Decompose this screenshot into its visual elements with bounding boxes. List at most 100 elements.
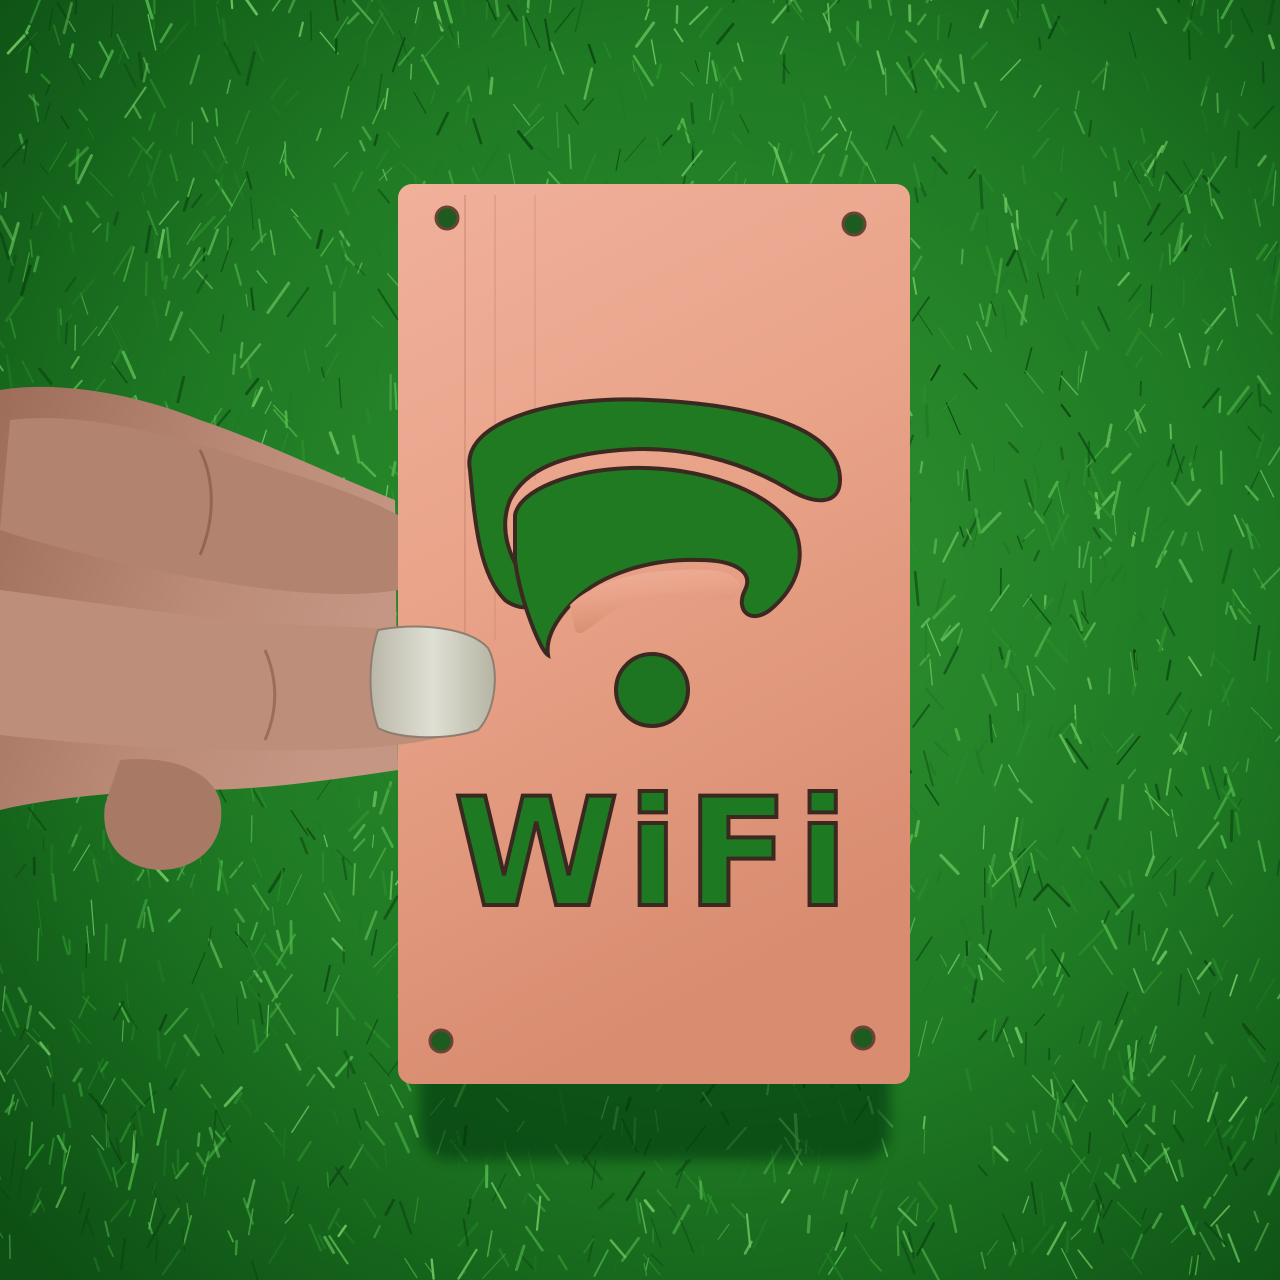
grass-blade: [1103, 210, 1108, 246]
grass-blade: [1261, 61, 1265, 84]
grass-blade: [690, 102, 695, 125]
grass-blade: [326, 1172, 330, 1189]
grass-blade: [1074, 704, 1077, 720]
grass-blade: [1038, 36, 1042, 50]
grass-blade: [81, 970, 86, 993]
grass-blade: [1107, 667, 1111, 695]
grass-blade: [59, 308, 63, 326]
grass-blade: [323, 359, 327, 382]
grass-blade: [1016, 692, 1020, 712]
mount-hole-top-left: [434, 205, 460, 231]
grass-blade: [376, 359, 379, 380]
grass-blade: [387, 1019, 390, 1041]
grass-blade: [1216, 8, 1220, 34]
grass-blade: [1068, 97, 1070, 114]
grass-blade: [323, 190, 327, 205]
grass-blade: [372, 790, 378, 808]
grass-blade: [1168, 243, 1172, 265]
sign-wifi-lettering: WiFi: [454, 767, 857, 941]
grass-blade: [1074, 718, 1077, 740]
thumb-nail: [369, 625, 496, 739]
grass-blade: [215, 108, 219, 127]
grass-blade: [933, 538, 938, 555]
grass-blade: [1222, 507, 1225, 536]
grass-blade: [196, 1132, 201, 1147]
grass-blade: [1024, 1031, 1028, 1066]
grass-blade: [1213, 739, 1218, 773]
grass-blade: [3, 191, 8, 209]
grass-blade: [56, 306, 61, 343]
wifi-dot: [614, 652, 690, 728]
grass-blade: [1004, 197, 1008, 213]
grass-blade: [1059, 447, 1065, 461]
grass-blade: [1134, 652, 1137, 670]
grass-blade: [734, 5, 738, 21]
grass-blade: [156, 1030, 161, 1061]
grass-blade: [310, 192, 316, 207]
grass-blade: [232, 353, 237, 376]
grass-blade: [51, 1082, 55, 1108]
wifi-sign-plate: WiFi: [398, 184, 910, 1084]
grass-blade: [516, 0, 521, 7]
grass-blade: [160, 254, 165, 281]
grass-blade: [74, 148, 80, 181]
grass-blade: [144, 261, 148, 297]
grass-blade: [154, 1237, 159, 1264]
grass-blade: [409, 63, 413, 80]
grass-blade: [884, 67, 887, 96]
grass-blade: [1218, 395, 1222, 414]
grass-blade: [729, 86, 734, 106]
mount-hole-bottom-right: [850, 1025, 876, 1051]
mount-hole-top-right: [841, 211, 867, 237]
grass-blade: [782, 53, 786, 84]
grass-blade: [283, 141, 288, 177]
grass-blade: [64, 319, 69, 345]
grass-blade: [1229, 809, 1234, 842]
grass-blade: [287, 390, 292, 427]
grass-blade: [957, 470, 960, 486]
grass-blade: [351, 197, 355, 215]
photo-canvas: WiFi: [0, 0, 1280, 1280]
grass-blade: [985, 217, 989, 238]
grass-blade: [1216, 92, 1219, 114]
grass-blade: [485, 1, 489, 21]
grass-blade: [488, 76, 494, 95]
grass-blade: [1041, 934, 1046, 965]
grass-blade: [310, 11, 313, 41]
mount-hole-bottom-left: [428, 1028, 454, 1054]
grass-blade: [1169, 423, 1172, 440]
grass-blade: [163, 1139, 168, 1177]
grass-blade: [862, 95, 867, 109]
grass-blade: [163, 275, 169, 290]
photo-scene: WiFi: [0, 0, 1280, 1280]
grass-blade: [978, 173, 984, 210]
grass-blade: [239, 341, 244, 359]
grass-blade: [1151, 1105, 1156, 1123]
grass-blade: [105, 222, 110, 243]
grass-blade: [1274, 1130, 1278, 1145]
grass-blade: [1187, 29, 1191, 61]
grass-blade: [733, 170, 738, 185]
grass-blade: [1087, 881, 1092, 897]
grass-blade: [806, 1214, 812, 1234]
grass-blade: [1173, 869, 1177, 897]
grass-blade: [919, 460, 924, 474]
grass-blade: [922, 1115, 926, 1130]
grass-blade: [981, 904, 985, 935]
grass-blade: [699, 1180, 703, 1200]
grass-blade: [250, 815, 253, 843]
grass-blade: [960, 248, 964, 265]
grass-blade: [1223, 772, 1228, 786]
grass-blade: [785, 0, 790, 13]
grass-blade: [924, 403, 930, 438]
grass-blade: [936, 14, 940, 41]
grass-blade: [1015, 209, 1019, 231]
grass-blade: [104, 923, 108, 961]
grass-blade: [1065, 1230, 1070, 1254]
grass-blade: [8, 1234, 11, 1260]
grass-blade: [394, 382, 398, 410]
grass-blade: [1253, 578, 1258, 595]
grass-blade: [85, 943, 88, 968]
grass-blade: [193, 0, 197, 27]
grass-blade: [923, 1128, 926, 1154]
